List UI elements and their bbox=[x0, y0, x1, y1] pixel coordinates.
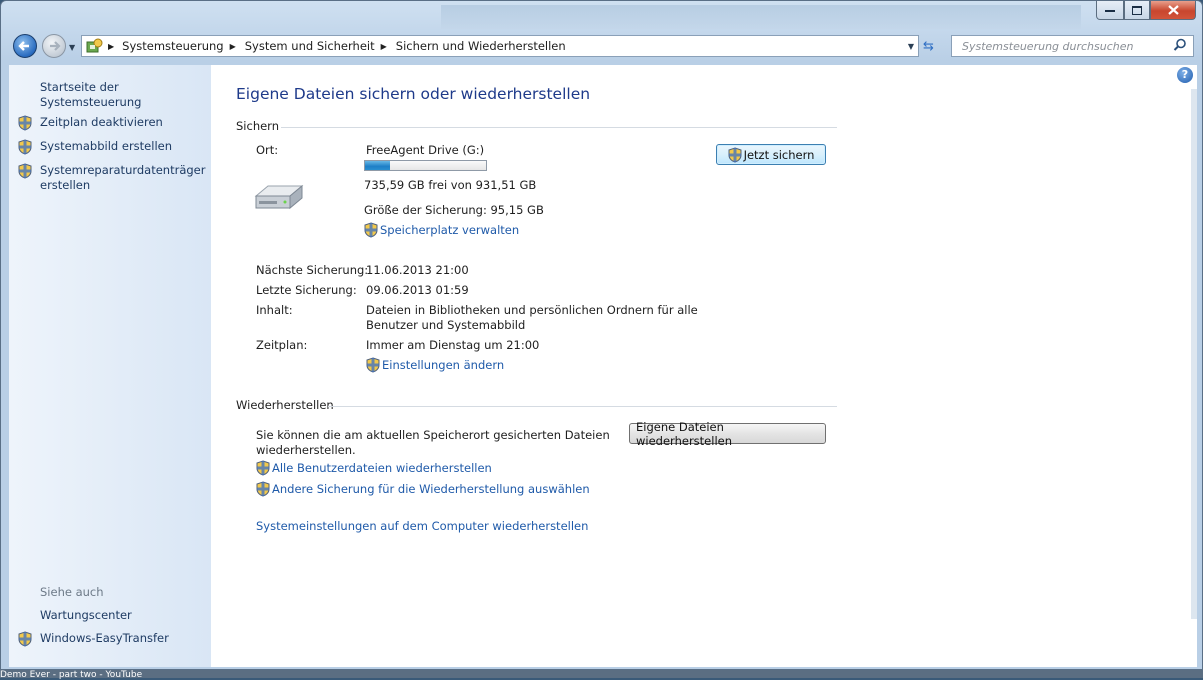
maximize-button[interactable] bbox=[1124, 1, 1150, 20]
uac-shield-icon bbox=[366, 357, 380, 373]
content-area: Startseite der Systemsteuerung Zeitplan … bbox=[9, 65, 1197, 667]
drive-usage-fill bbox=[365, 161, 391, 170]
content-label: Inhalt: bbox=[256, 303, 293, 317]
window-controls bbox=[1096, 1, 1196, 20]
schedule-value: Immer am Dienstag um 21:00 bbox=[366, 338, 540, 352]
forward-arrow-icon bbox=[50, 41, 61, 51]
recent-pages-dropdown[interactable]: ▼ bbox=[69, 43, 75, 52]
backup-size-text: Größe der Sicherung: 95,15 GB bbox=[364, 203, 544, 217]
minimize-button[interactable] bbox=[1096, 1, 1124, 20]
navigation-bar: ▼ ▶ Systemsteuerung ▶ System und Sicherhe… bbox=[1, 31, 1202, 61]
uac-shield-icon bbox=[256, 481, 270, 497]
next-backup-label: Nächste Sicherung: bbox=[256, 263, 369, 277]
restore-description-line1: Sie können die am aktuellen Speicherort … bbox=[256, 428, 610, 442]
uac-shield-icon bbox=[728, 146, 742, 163]
help-icon[interactable]: ? bbox=[1177, 67, 1193, 83]
select-other-backup-link[interactable]: Andere Sicherung für die Wiederherstellu… bbox=[272, 482, 590, 496]
sidebar-link-create-system-image[interactable]: Systemabbild erstellen bbox=[40, 139, 172, 154]
sidebar-link-create-repair-disc[interactable]: Systemreparaturdatenträger erstellen bbox=[40, 163, 206, 193]
restore-system-settings-link[interactable]: Systemeinstellungen auf dem Computer wie… bbox=[256, 519, 588, 533]
task-sidebar: Startseite der Systemsteuerung Zeitplan … bbox=[9, 65, 211, 667]
sidebar-link-control-panel-home[interactable]: Startseite der Systemsteuerung bbox=[40, 80, 211, 110]
back-arrow-icon bbox=[18, 41, 29, 51]
restore-description-line2: wiederherstellen. bbox=[256, 443, 356, 457]
divider bbox=[281, 127, 837, 128]
breadcrumb-root-arrow[interactable]: ▶ bbox=[108, 42, 114, 51]
taskbar-strip bbox=[0, 670, 1203, 678]
maximize-icon bbox=[1132, 5, 1142, 15]
minimize-icon bbox=[1105, 10, 1115, 12]
control-panel-window: ▼ ▶ Systemsteuerung ▶ System und Sicherhe… bbox=[0, 0, 1203, 670]
close-icon bbox=[1167, 5, 1179, 15]
search-box[interactable] bbox=[951, 35, 1194, 57]
breadcrumb-backup-restore[interactable]: Sichern und Wiederherstellen bbox=[396, 39, 566, 53]
search-input[interactable] bbox=[960, 38, 1169, 54]
address-bar[interactable]: ▶ Systemsteuerung ▶ System und Sicherheit… bbox=[81, 35, 919, 57]
address-history-dropdown[interactable]: ▼ bbox=[908, 42, 914, 51]
uac-shield-icon bbox=[18, 139, 32, 155]
sidebar-link-disable-schedule[interactable]: Zeitplan deaktivieren bbox=[40, 115, 163, 130]
backup-now-label: Jetzt sichern bbox=[743, 147, 815, 162]
change-settings-link[interactable]: Einstellungen ändern bbox=[382, 358, 504, 372]
uac-shield-icon bbox=[256, 460, 270, 476]
drive-name: FreeAgent Drive (G:) bbox=[366, 143, 485, 157]
page-title: Eigene Dateien sichern oder wiederherste… bbox=[236, 85, 591, 103]
schedule-label: Zeitplan: bbox=[256, 338, 308, 352]
background-window-title: Demo Ever - part two - YouTube bbox=[0, 670, 143, 680]
divider bbox=[328, 406, 837, 407]
free-space-text: 735,59 GB frei von 931,51 GB bbox=[364, 178, 537, 192]
restore-all-users-link[interactable]: Alle Benutzerdateien wiederherstellen bbox=[272, 461, 492, 475]
backup-section-title: Sichern bbox=[236, 119, 279, 133]
breadcrumb-control-panel[interactable]: Systemsteuerung ▶ bbox=[122, 39, 245, 53]
see-also-heading: Siehe auch bbox=[40, 585, 104, 599]
uac-shield-icon bbox=[364, 222, 378, 238]
back-button[interactable] bbox=[13, 34, 37, 58]
forward-button[interactable] bbox=[42, 34, 66, 58]
uac-shield-icon bbox=[18, 631, 32, 647]
scrollbar-track[interactable] bbox=[1191, 89, 1197, 619]
uac-shield-icon bbox=[18, 115, 32, 131]
hard-drive-icon bbox=[254, 184, 304, 210]
refresh-icon[interactable]: ⇆ bbox=[923, 39, 934, 54]
backup-now-button[interactable]: Jetzt sichern bbox=[716, 144, 826, 165]
title-bar-background bbox=[441, 5, 1081, 29]
last-backup-value: 09.06.2013 01:59 bbox=[366, 283, 469, 297]
manage-space-link[interactable]: Speicherplatz verwalten bbox=[380, 223, 519, 237]
location-label: Ort: bbox=[256, 143, 279, 157]
close-button[interactable] bbox=[1150, 1, 1196, 20]
uac-shield-icon bbox=[18, 163, 32, 179]
search-icon[interactable] bbox=[1173, 38, 1187, 52]
title-bar bbox=[1, 1, 1202, 29]
sidebar-link-action-center[interactable]: Wartungscenter bbox=[40, 608, 132, 623]
last-backup-label: Letzte Sicherung: bbox=[256, 283, 357, 297]
next-backup-value: 11.06.2013 21:00 bbox=[366, 263, 469, 277]
main-panel: ? Eigene Dateien sichern oder wiederhers… bbox=[211, 65, 1197, 667]
sidebar-link-easy-transfer[interactable]: Windows-EasyTransfer bbox=[40, 631, 169, 646]
control-panel-icon bbox=[86, 38, 103, 53]
breadcrumb-system-security[interactable]: System und Sicherheit ▶ bbox=[245, 39, 396, 53]
restore-section-title: Wiederherstellen bbox=[236, 398, 334, 412]
restore-files-button[interactable]: Eigene Dateien wiederherstellen bbox=[629, 420, 826, 448]
content-value-line1: Dateien in Bibliotheken und persönlichen… bbox=[366, 303, 698, 317]
drive-usage-bar bbox=[364, 160, 487, 171]
content-value-line2: Benutzer und Systemabbild bbox=[366, 318, 526, 332]
